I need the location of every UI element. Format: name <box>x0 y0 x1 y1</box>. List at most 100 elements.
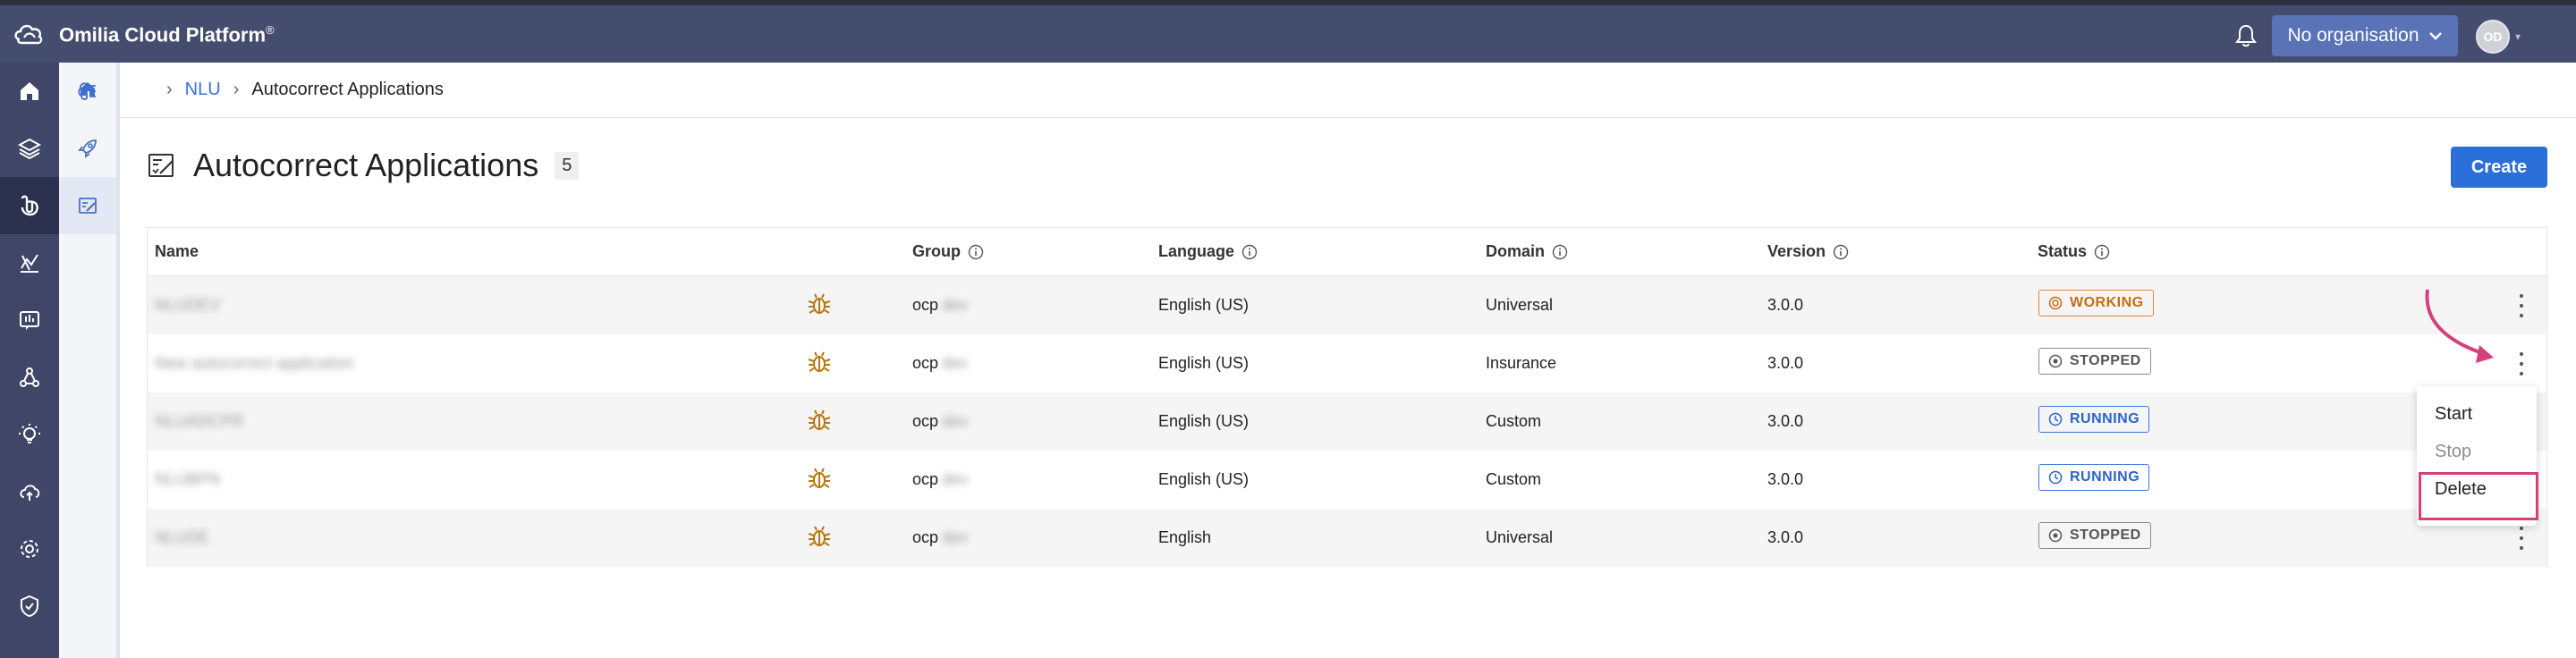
bug-icon[interactable] <box>806 523 833 550</box>
column-header-label: Version <box>1767 242 1826 260</box>
subnav-item-deployments[interactable] <box>59 120 116 177</box>
status-badge: STOPPED <box>2038 522 2151 549</box>
bug-icon[interactable] <box>806 291 833 317</box>
info-icon[interactable] <box>968 244 984 260</box>
caret-down-icon: ▾ <box>2515 30 2521 43</box>
info-icon[interactable] <box>1241 244 1258 260</box>
nav-cloud[interactable] <box>0 463 59 520</box>
nav-insights[interactable] <box>0 406 59 463</box>
menu-item-stop[interactable]: Stop <box>2435 442 2471 462</box>
app-name-cell[interactable]: NLUADCPR <box>155 412 243 431</box>
nlu-icon <box>21 195 38 216</box>
domain-cell: Insurance <box>1486 354 1557 372</box>
table-row[interactable]: NLUDE ocp dev English Universal 3.0.0 STO… <box>148 509 2546 567</box>
group-text: ocp <box>912 470 939 488</box>
nav-nlu[interactable] <box>0 177 59 234</box>
status-badge: RUNNING <box>2038 464 2150 491</box>
info-icon[interactable] <box>2094 244 2110 260</box>
nav-security[interactable] <box>0 578 59 635</box>
nav-layers[interactable] <box>0 120 59 177</box>
status-badge: WORKING <box>2038 290 2154 316</box>
nav-reports[interactable] <box>0 291 59 349</box>
group-suffix: dev <box>942 412 969 430</box>
language-cell: English (US) <box>1158 412 1250 430</box>
nav-analytics[interactable] <box>0 234 59 291</box>
table-row[interactable]: NLUDEV ocp dev English (US) Universal 3.0… <box>148 276 2546 334</box>
analytics-icon <box>21 254 38 273</box>
user-menu[interactable]: OD ▾ <box>2476 20 2521 54</box>
nav-settings[interactable] <box>0 520 59 578</box>
nav-flows[interactable] <box>0 349 59 406</box>
flows-icon <box>20 367 39 387</box>
shield-check-icon <box>21 595 38 618</box>
bell-icon[interactable] <box>2233 22 2259 49</box>
app-name-cell[interactable]: New autocorrect application <box>155 354 353 373</box>
top-bar: Omilia Cloud Platform® No organisation O… <box>0 0 2576 63</box>
subnav-item-autocorrect[interactable] <box>59 177 116 234</box>
status-text: RUNNING <box>2070 411 2140 426</box>
app-name-cell[interactable]: NLUDEV <box>155 296 220 315</box>
working-status-icon <box>2048 296 2063 310</box>
table-row[interactable]: New autocorrect application ocp dev Engli… <box>148 334 2546 392</box>
breadcrumb-nlu-link[interactable]: NLU <box>185 80 221 100</box>
cloud-logo-icon[interactable] <box>13 20 47 48</box>
column-header-name[interactable]: Name <box>155 242 199 261</box>
stopped-status-icon <box>2048 528 2063 543</box>
domain-cell: Universal <box>1486 528 1554 546</box>
rocket-icon <box>78 139 97 158</box>
column-header-version[interactable]: Version <box>1767 242 1849 261</box>
version-cell: 3.0.0 <box>1767 296 1804 314</box>
table-row[interactable]: NLUBPN ocp dev English (US) Custom 3.0.0 … <box>148 451 2546 509</box>
group-suffix: dev <box>942 296 969 314</box>
column-header-domain[interactable]: Domain <box>1486 242 1568 261</box>
status-badge: STOPPED <box>2038 348 2151 375</box>
chevron-right-icon: › <box>166 80 173 99</box>
version-cell: 3.0.0 <box>1767 470 1804 488</box>
status-text: WORKING <box>2070 295 2144 310</box>
trademark: ® <box>266 23 275 37</box>
app-name-cell[interactable]: NLUBPN <box>155 470 220 489</box>
clock-icon <box>2048 412 2063 426</box>
group-suffix: dev <box>942 528 969 546</box>
chevron-right-icon: › <box>233 80 240 99</box>
nlu-subnav <box>59 63 120 658</box>
row-actions-kebab-icon[interactable] <box>2518 527 2525 550</box>
domain-cell: Custom <box>1486 412 1542 430</box>
domain-cell: Custom <box>1486 470 1542 488</box>
language-cell: English (US) <box>1158 296 1250 314</box>
group-cell: ocp dev <box>912 296 968 315</box>
nav-home[interactable] <box>0 63 59 120</box>
group-suffix: dev <box>942 354 969 372</box>
main-sidebar <box>0 63 59 658</box>
settings-icon <box>21 540 38 558</box>
version-cell: 3.0.0 <box>1767 412 1804 430</box>
menu-item-start[interactable]: Start <box>2435 404 2472 425</box>
group-cell: ocp dev <box>912 354 968 373</box>
app-name-text: Omilia Cloud Platform <box>59 23 267 46</box>
bug-icon[interactable] <box>806 407 833 434</box>
info-icon[interactable] <box>1833 244 1849 260</box>
group-cell: ocp dev <box>912 470 968 489</box>
app-name[interactable]: Omilia Cloud Platform® <box>59 23 275 46</box>
create-button[interactable]: Create <box>2451 147 2547 188</box>
home-icon <box>21 82 38 100</box>
table-header: Name Group Language Domain Version Statu… <box>148 228 2546 276</box>
column-header-language[interactable]: Language <box>1158 242 1258 261</box>
column-header-group[interactable]: Group <box>912 242 984 261</box>
home-breadcrumb-icon[interactable] <box>79 80 97 97</box>
autocorrect-icon <box>79 198 97 214</box>
bug-icon[interactable] <box>806 349 833 375</box>
avatar[interactable]: OD <box>2476 20 2510 54</box>
column-header-label: Name <box>155 242 199 260</box>
group-text: ocp <box>912 528 939 546</box>
breadcrumb-current: Autocorrect Applications <box>251 80 444 99</box>
column-header-label: Group <box>912 242 961 260</box>
app-name-cell[interactable]: NLUDE <box>155 528 209 547</box>
organisation-dropdown[interactable]: No organisation <box>2272 15 2458 56</box>
cloud-upload-icon <box>20 485 40 501</box>
group-text: ocp <box>912 412 939 430</box>
info-icon[interactable] <box>1552 244 1568 260</box>
table-row[interactable]: NLUADCPR ocp dev English (US) Custom 3.0.… <box>148 392 2546 451</box>
bug-icon[interactable] <box>806 465 833 492</box>
column-header-status[interactable]: Status <box>2038 242 2110 261</box>
